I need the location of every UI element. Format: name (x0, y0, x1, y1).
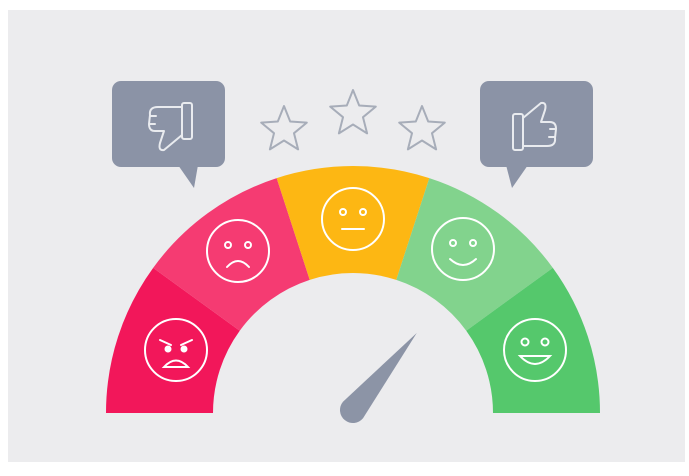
star-icon (260, 105, 308, 151)
star-icon (398, 105, 446, 151)
star-icon (329, 89, 377, 135)
feedback-illustration (8, 10, 685, 462)
star-rating (260, 89, 446, 151)
meter-arc (106, 166, 600, 413)
gauge-needle (339, 332, 417, 424)
satisfaction-meter-graphic (106, 81, 600, 424)
like-speech-bubble (480, 81, 593, 188)
dislike-speech-bubble (112, 81, 225, 188)
